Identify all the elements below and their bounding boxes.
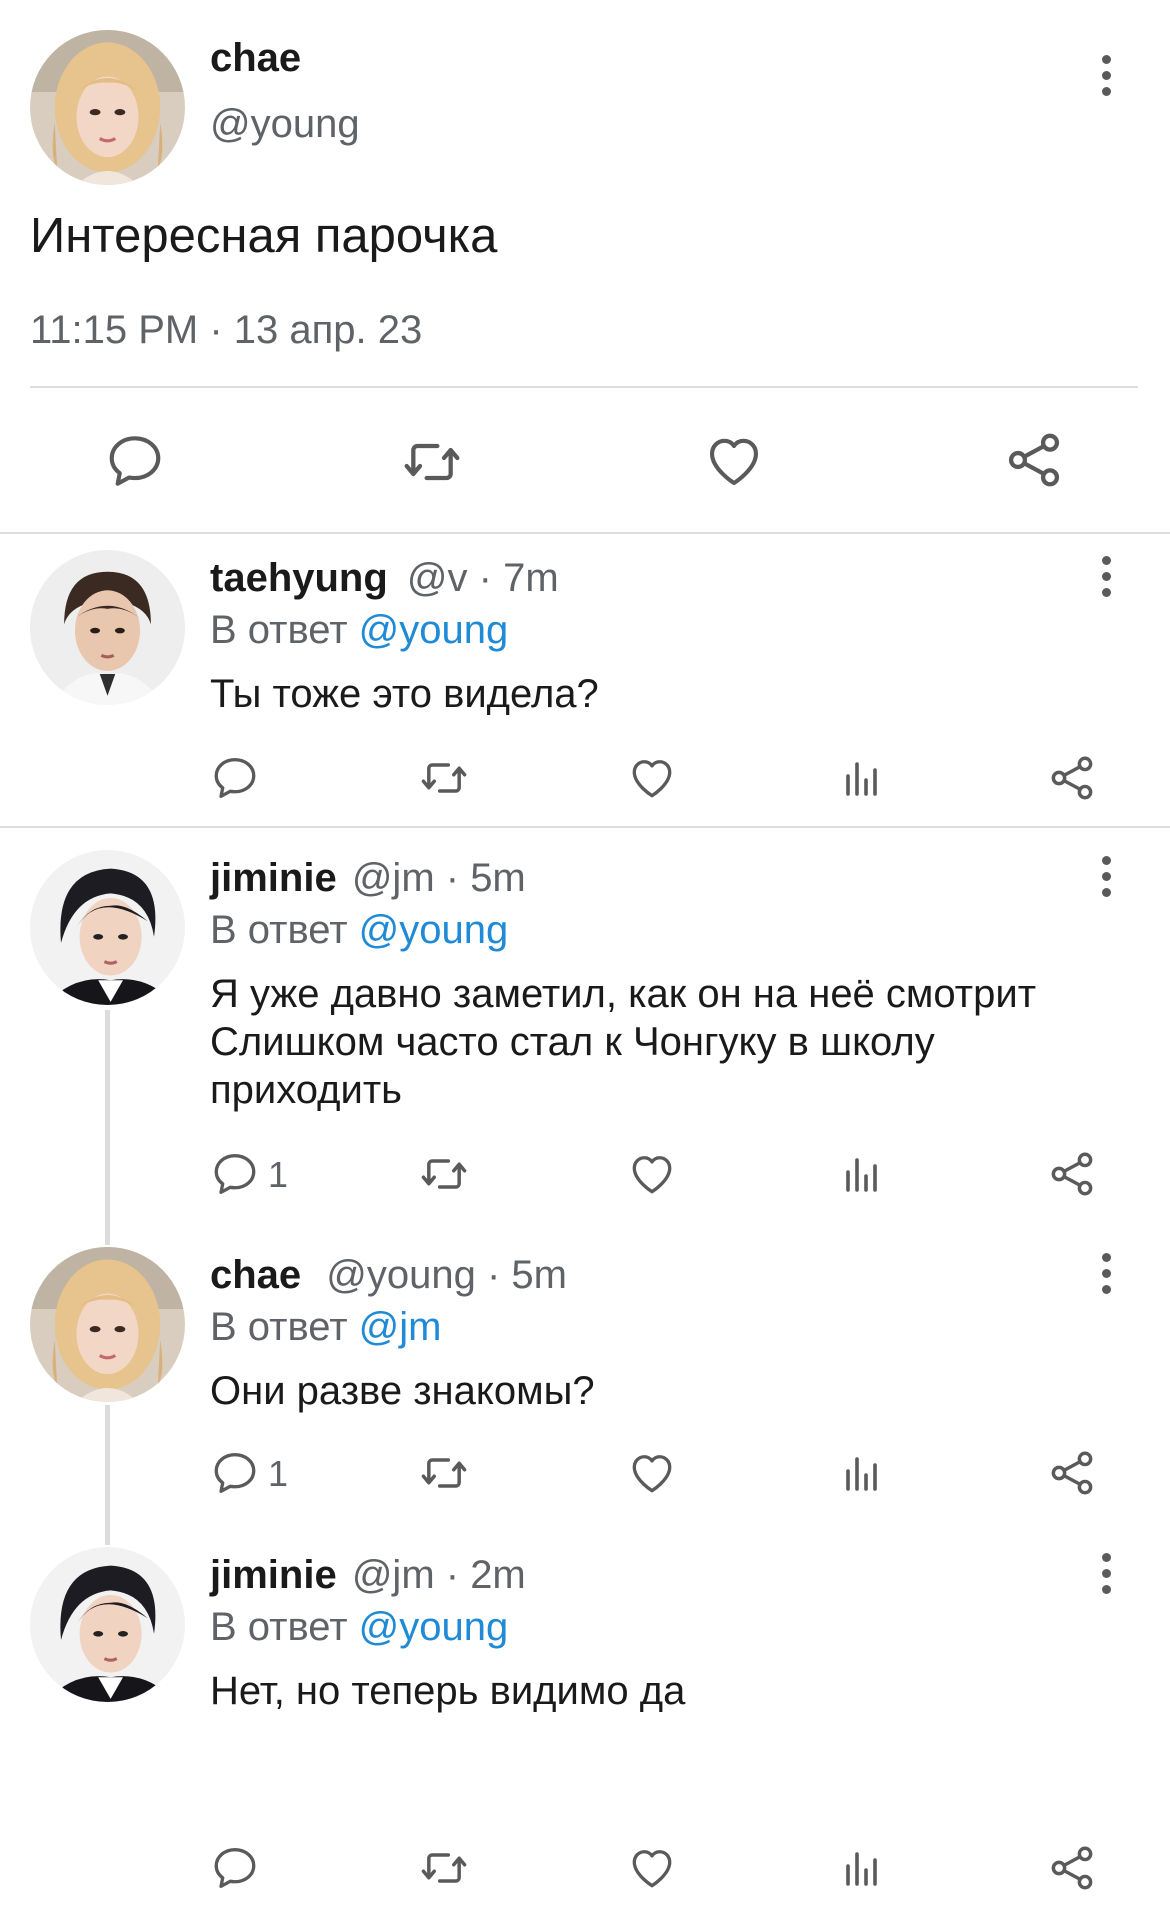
comment-icon[interactable] [210,1448,260,1498]
reply-to-link[interactable]: @young [359,1605,509,1649]
comment-icon[interactable] [104,430,166,492]
stats-icon[interactable] [838,1449,886,1497]
author-name[interactable]: chae [210,1253,301,1297]
share-icon[interactable] [1046,1447,1098,1499]
avatar[interactable] [30,550,185,705]
reply-to-line: В ответ @jm [210,1305,441,1350]
divider [30,386,1138,388]
tweet-text: Я уже давно заметил, как он на неё смотр… [210,972,1037,1016]
author-name[interactable]: taehyung [210,556,388,600]
author-handle[interactable]: @young [210,102,360,147]
reply-to-line: В ответ @young [210,1605,508,1650]
divider [0,532,1170,534]
stats-icon[interactable] [838,754,886,802]
tweet-text: приходить [210,1068,403,1112]
author-meta: @young · 5m [326,1253,567,1297]
stats-icon[interactable] [838,1844,886,1892]
reply-prefix: В ответ [210,908,348,952]
reply-header: chae @young · 5m [210,1253,567,1298]
reply-header: jiminie @jm · 2m [210,1553,526,1598]
tweet-text: Слишком часто стал к Чонгуку в школу [210,1020,935,1064]
author-meta: @jm · 5m [351,856,526,900]
share-icon[interactable] [1002,428,1066,492]
retweet-icon[interactable] [418,752,470,804]
reply-to-link[interactable]: @young [359,908,509,952]
retweet-icon[interactable] [418,1842,470,1894]
reply-header: jiminie @jm · 5m [210,856,526,901]
tweet-text: Интересная парочка [30,209,498,263]
author-name[interactable]: jiminie [210,856,337,900]
avatar[interactable] [30,850,185,1005]
thread-line [105,1405,110,1545]
thread-line [105,1010,110,1245]
author-name[interactable]: jiminie [210,1553,337,1597]
stats-icon[interactable] [838,1150,886,1198]
retweet-icon[interactable] [400,430,464,494]
reply-to-link[interactable]: @young [359,608,509,652]
comment-icon[interactable] [210,1843,260,1893]
more-vertical-icon[interactable] [1086,546,1126,606]
author-meta: @jm · 2m [351,1553,526,1597]
reply-prefix: В ответ [210,1305,348,1349]
more-vertical-icon[interactable] [1086,45,1126,105]
author-meta: @v · 7m [406,556,559,600]
share-icon[interactable] [1046,1148,1098,1200]
heart-icon[interactable] [627,1843,677,1893]
reply-to-line: В ответ @young [210,608,508,653]
heart-icon[interactable] [627,753,677,803]
tweet-text: Они разве знакомы? [210,1369,595,1413]
reply-header: taehyung @v · 7m [210,556,559,601]
tweet-text: Нет, но теперь видимо да [210,1669,686,1713]
heart-icon[interactable] [627,1448,677,1498]
avatar[interactable] [30,1247,185,1402]
reply-to-link[interactable]: @jm [359,1305,442,1349]
reply-to-line: В ответ @young [210,908,508,953]
tweet-timestamp: 11:15 PM · 13 апр. 23 [30,308,423,352]
avatar[interactable] [30,30,185,185]
comment-icon[interactable] [210,1149,260,1199]
reply-count: 1 [268,1154,289,1195]
share-icon[interactable] [1046,752,1098,804]
reply-count: 1 [268,1453,289,1494]
avatar[interactable] [30,1547,185,1702]
author-name[interactable]: chae [210,36,301,81]
more-vertical-icon[interactable] [1086,846,1126,906]
comment-icon[interactable] [210,753,260,803]
retweet-icon[interactable] [418,1447,470,1499]
tweet-text: Ты тоже это видела? [210,672,599,716]
reply-prefix: В ответ [210,608,348,652]
more-vertical-icon[interactable] [1086,1243,1126,1303]
heart-icon[interactable] [627,1149,677,1199]
divider [0,826,1170,828]
retweet-icon[interactable] [418,1148,470,1200]
reply-prefix: В ответ [210,1605,348,1649]
share-icon[interactable] [1046,1842,1098,1894]
more-vertical-icon[interactable] [1086,1543,1126,1603]
heart-icon[interactable] [703,430,765,492]
